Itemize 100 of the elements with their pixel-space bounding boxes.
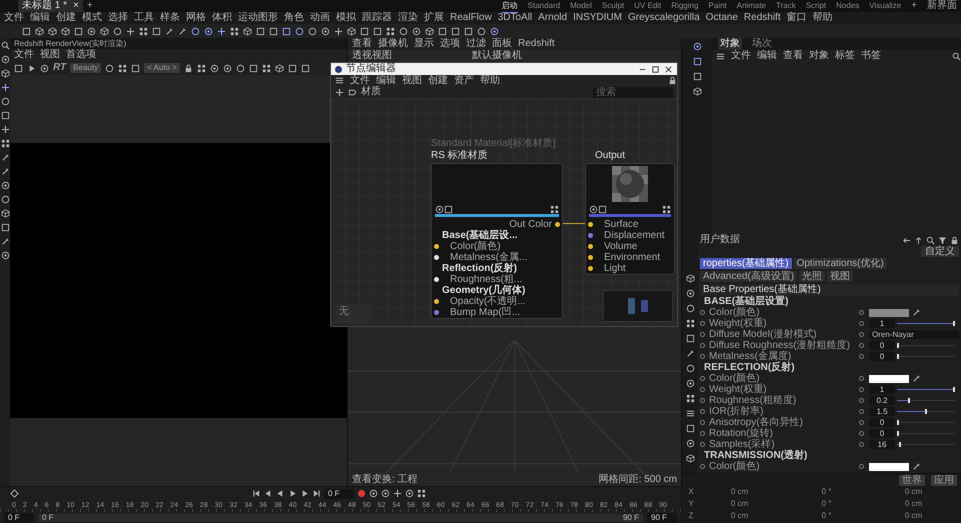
menu-item[interactable]: 视图 [402, 74, 422, 86]
menu-item[interactable]: 对象 [809, 50, 829, 62]
keyframe-dot[interactable] [859, 464, 864, 469]
value-field[interactable]: 0 [869, 418, 895, 427]
square-icon[interactable] [131, 64, 140, 72]
target-icon[interactable] [40, 64, 49, 72]
menu-item[interactable]: 帮助 [480, 74, 500, 86]
menu-item[interactable]: 运动图形 [238, 12, 278, 24]
keyframe-dot[interactable] [700, 431, 705, 436]
skip-forward-icon[interactable] [312, 489, 321, 498]
layout-tab[interactable]: Paint [708, 0, 727, 12]
menu-item[interactable]: 摄像机 [378, 38, 408, 50]
square-icon[interactable] [269, 26, 278, 36]
sphere-icon[interactable] [0, 195, 10, 204]
menu-item[interactable]: 3DToAll [498, 12, 532, 24]
target-icon[interactable] [412, 26, 421, 36]
menu-item[interactable]: 网格 [186, 12, 206, 24]
grid-icon[interactable] [417, 489, 426, 498]
pen-icon[interactable] [912, 462, 921, 471]
pen-icon[interactable] [178, 26, 187, 36]
grid-icon[interactable] [139, 26, 148, 36]
menu-item[interactable]: 首选项 [66, 49, 96, 61]
square-icon[interactable] [256, 26, 265, 36]
slider[interactable] [897, 431, 955, 436]
target-icon[interactable] [0, 55, 10, 64]
plus-icon[interactable] [0, 83, 10, 92]
position-value[interactable]: 0 cm [696, 510, 783, 522]
menu-item[interactable]: Redshift [518, 38, 555, 50]
keyframe-dot[interactable] [700, 376, 705, 381]
layout-tab[interactable]: Model [570, 0, 592, 12]
square-icon[interactable] [598, 204, 607, 214]
cube-icon[interactable] [100, 26, 109, 36]
search-icon[interactable] [0, 41, 10, 50]
position-value[interactable]: 0 cm [696, 498, 783, 510]
cube-icon[interactable] [686, 454, 694, 463]
port-group-label[interactable]: Geometry(几何体) [442, 284, 526, 296]
port-group-label[interactable]: Reflection(反射) [442, 262, 517, 274]
keyframe-dot[interactable] [700, 332, 705, 337]
port-dot[interactable] [434, 277, 439, 282]
menu-item[interactable]: 文件 [350, 74, 370, 86]
cube-icon[interactable] [686, 274, 694, 283]
square-icon[interactable] [360, 26, 369, 36]
square-icon[interactable] [438, 26, 447, 36]
menu-item[interactable]: 文件 [731, 50, 751, 62]
square-icon[interactable] [14, 64, 23, 72]
square-icon[interactable] [451, 26, 460, 36]
value-field[interactable]: 1 [869, 385, 895, 394]
minimap[interactable] [603, 290, 673, 322]
cube-icon[interactable] [692, 87, 702, 96]
pen-icon[interactable] [0, 153, 10, 162]
keyframe-dot[interactable] [700, 464, 705, 469]
pen-icon[interactable] [0, 167, 10, 176]
keyframe-dot[interactable] [859, 321, 864, 326]
group-header[interactable]: BASE(基础层设置) [700, 296, 959, 307]
layout-tab[interactable]: Nodes [836, 0, 860, 12]
plus-icon[interactable] [334, 26, 343, 36]
port-dot[interactable] [434, 299, 439, 304]
close-icon[interactable] [664, 64, 673, 74]
grid-icon[interactable] [686, 319, 694, 328]
target-icon[interactable] [589, 204, 598, 214]
attribute-tab[interactable]: 光照 [799, 271, 826, 282]
keyframe-dot[interactable] [859, 354, 864, 359]
sphere-icon[interactable] [105, 64, 114, 72]
rotation-value[interactable]: 0 ° [783, 510, 870, 522]
slider-thumb[interactable] [898, 442, 901, 447]
cube-icon[interactable] [347, 26, 356, 36]
menu-item[interactable]: 查看 [783, 50, 803, 62]
target-icon[interactable] [204, 26, 213, 36]
target-icon[interactable] [0, 181, 10, 190]
rotation-value[interactable]: 0 ° [783, 498, 870, 510]
keyframe-dot[interactable] [859, 398, 864, 403]
plus-icon[interactable] [0, 125, 10, 134]
menu-item[interactable]: Redshift [744, 12, 781, 24]
menu-item[interactable]: 角色 [284, 12, 304, 24]
value-field[interactable]: 0.2 [869, 396, 895, 405]
menu-icon[interactable] [335, 76, 344, 85]
value-field[interactable]: 16 [869, 440, 895, 449]
menu-icon[interactable] [716, 52, 725, 60]
menu-item[interactable]: 编辑 [30, 12, 50, 24]
layout-tab[interactable]: Track [776, 0, 796, 12]
cube-icon[interactable] [274, 64, 284, 72]
scale-value[interactable]: 0 cm [870, 510, 957, 522]
keyframe-dot[interactable] [700, 398, 705, 403]
square-icon[interactable] [300, 64, 310, 72]
slider[interactable] [897, 442, 955, 447]
target-icon[interactable] [0, 251, 10, 260]
layout-tab[interactable]: UV Edit [634, 0, 662, 12]
grid-icon[interactable] [196, 64, 206, 72]
attribute-tab[interactable]: Optimizations(优化) [794, 258, 887, 269]
layout-tab[interactable]: Script [806, 0, 826, 12]
sphere-icon[interactable] [399, 26, 408, 36]
menu-item[interactable]: Arnold [538, 12, 568, 24]
menu-item[interactable]: Octane [706, 12, 738, 24]
grid-icon[interactable] [262, 64, 271, 72]
plus-icon[interactable] [217, 26, 226, 36]
keyframe-dot[interactable] [859, 376, 864, 381]
aov-dropdown[interactable]: Beauty [70, 63, 102, 73]
sphere-icon[interactable] [191, 26, 200, 36]
search-field[interactable]: 搜索 [593, 86, 673, 98]
menu-item[interactable]: 动画 [310, 12, 330, 24]
